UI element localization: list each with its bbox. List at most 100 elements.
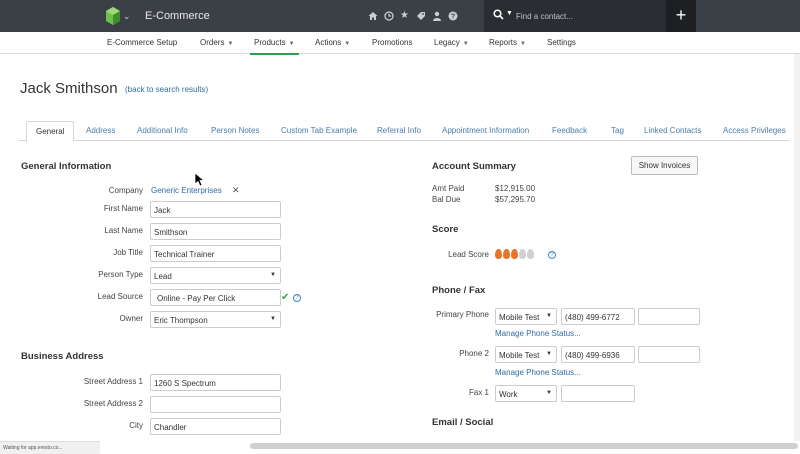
nav-products[interactable]: Products ▼ xyxy=(250,38,299,55)
chevron-down-icon: ▼ xyxy=(462,41,469,47)
clock-icon[interactable] xyxy=(382,9,395,22)
flame-icon xyxy=(511,249,518,259)
nav-label: Products xyxy=(254,38,286,47)
amt-paid-label: Amt Paid xyxy=(432,184,465,193)
phone-2-type-select[interactable]: Mobile Test ▼ xyxy=(495,346,557,363)
tab-appointment-information[interactable]: Appointment Information xyxy=(442,126,529,135)
lead-source-label: Lead Source xyxy=(97,292,143,301)
nav-legacy[interactable]: Legacy ▼ xyxy=(434,38,469,47)
manage-phone-status-link[interactable]: Manage Phone Status... xyxy=(495,368,581,377)
show-invoices-button[interactable]: Show Invoices xyxy=(631,156,698,175)
help-icon[interactable]: ? xyxy=(446,9,459,22)
nav-actions[interactable]: Actions ▼ xyxy=(315,38,350,47)
primary-phone-ext-field[interactable] xyxy=(638,308,700,325)
fax-1-label: Fax 1 xyxy=(468,388,489,397)
primary-phone-type-select[interactable]: Mobile Test ▼ xyxy=(495,308,557,325)
phone-fax-heading: Phone / Fax xyxy=(432,285,486,296)
nav-label: Promotions xyxy=(372,38,413,47)
nav-label: Orders xyxy=(200,38,225,47)
main-nav: E-Commerce Setup Orders ▼ Products ▼ Actio… xyxy=(0,32,800,55)
chevron-down-icon[interactable]: ⌄ xyxy=(123,11,131,22)
city-label: City xyxy=(129,421,143,430)
flame-icon xyxy=(503,249,510,259)
first-name-label: First Name xyxy=(103,204,143,213)
account-summary-heading: Account Summary xyxy=(432,161,516,172)
star-icon[interactable]: ★ xyxy=(398,9,411,22)
chevron-down-icon: ▼ xyxy=(546,390,552,396)
tag-icon[interactable] xyxy=(414,9,427,22)
horizontal-scrollbar[interactable] xyxy=(250,443,798,449)
primary-phone-type-value: Mobile Test xyxy=(499,313,540,322)
company-link[interactable]: Generic Enterprises xyxy=(151,186,222,195)
phone-2-label: Phone 2 xyxy=(459,349,489,358)
tab-referral-info[interactable]: Referral Info xyxy=(377,126,421,135)
chevron-down-icon: ▼ xyxy=(270,272,276,278)
fax-1-type-value: Work xyxy=(499,390,518,399)
tab-address[interactable]: Address xyxy=(86,126,115,135)
chevron-down-icon: ▼ xyxy=(344,41,351,47)
app-logo-icon[interactable] xyxy=(106,7,120,25)
company-label: Company xyxy=(108,186,143,195)
nav-ecommerce-setup[interactable]: E-Commerce Setup xyxy=(107,38,177,47)
owner-select[interactable]: Eric Thompson ▼ xyxy=(150,311,281,328)
business-address-heading: Business Address xyxy=(21,351,104,362)
mouse-cursor-icon xyxy=(195,173,205,187)
tab-feedback[interactable]: Feedback xyxy=(552,126,587,135)
vertical-scrollbar[interactable] xyxy=(794,54,800,441)
last-name-label: Last Name xyxy=(104,226,143,235)
tab-custom-tab-example[interactable]: Custom Tab Example xyxy=(281,126,357,135)
owner-label: Owner xyxy=(119,314,143,323)
last-name-field[interactable]: Smithson xyxy=(150,223,281,240)
search-scope-caret-icon[interactable]: ▼ xyxy=(506,10,513,17)
tab-tag[interactable]: Tag xyxy=(611,126,624,135)
primary-phone-field[interactable]: (480) 499-6772 xyxy=(561,308,635,325)
help-icon[interactable]: ? xyxy=(548,251,556,259)
user-icon[interactable] xyxy=(430,9,443,22)
home-icon[interactable] xyxy=(366,9,379,22)
person-type-select[interactable]: Lead ▼ xyxy=(150,267,281,284)
nav-orders[interactable]: Orders ▼ xyxy=(200,38,233,47)
tab-linked-contacts[interactable]: Linked Contacts xyxy=(644,126,701,135)
add-new-button[interactable]: + xyxy=(666,0,696,32)
street-address-1-field[interactable]: 1260 S Spectrum xyxy=(150,374,281,391)
search-icon[interactable] xyxy=(493,9,504,23)
tab-access-privileges[interactable]: Access Privileges xyxy=(723,126,786,135)
flame-icon xyxy=(527,249,534,259)
top-icon-group: ★ ? xyxy=(366,9,459,22)
search-input[interactable] xyxy=(516,9,656,24)
street-address-2-field[interactable] xyxy=(150,396,281,413)
fax-1-type-select[interactable]: Work ▼ xyxy=(495,385,557,402)
manage-phone-status-link[interactable]: Manage Phone Status... xyxy=(495,329,581,338)
nav-label: E-Commerce Setup xyxy=(107,38,178,47)
phone-2-ext-field[interactable] xyxy=(638,346,700,363)
owner-value: Eric Thompson xyxy=(154,316,208,325)
street-address-2-label: Street Address 2 xyxy=(83,399,143,408)
phone-2-field[interactable]: (480) 499-6936 xyxy=(561,346,635,363)
nav-reports[interactable]: Reports ▼ xyxy=(489,38,526,47)
back-to-search-link[interactable]: (back to search results) xyxy=(125,85,208,94)
nav-label: Reports xyxy=(489,38,518,47)
nav-label: Settings xyxy=(547,38,576,47)
nav-promotions[interactable]: Promotions xyxy=(372,38,412,47)
tab-general[interactable]: General xyxy=(26,121,75,142)
city-field[interactable]: Chandler xyxy=(150,418,281,435)
bal-due-label: Bal Due xyxy=(432,195,461,204)
tab-additional-info[interactable]: Additional Info xyxy=(137,126,188,135)
top-bar-right-area xyxy=(696,0,800,32)
fax-1-field[interactable] xyxy=(561,385,635,402)
lead-score-rating xyxy=(495,249,534,259)
general-information-heading: General Information xyxy=(21,161,112,172)
first-name-field[interactable]: Jack xyxy=(150,201,281,218)
chevron-down-icon: ▼ xyxy=(546,313,552,319)
street-address-1-label: Street Address 1 xyxy=(83,377,143,386)
nav-settings[interactable]: Settings xyxy=(547,38,576,47)
tab-person-notes[interactable]: Person Notes xyxy=(211,126,259,135)
remove-company-icon[interactable]: ✕ xyxy=(232,185,240,196)
app-title: E-Commerce xyxy=(145,10,210,22)
lead-source-field[interactable]: Online - Pay Per Click xyxy=(150,289,281,306)
help-icon[interactable]: ? xyxy=(293,294,301,302)
chevron-down-icon: ▼ xyxy=(227,41,234,47)
job-title-field[interactable]: Technical Trainer xyxy=(150,245,281,262)
person-type-label: Person Type xyxy=(98,270,143,279)
nav-label: Legacy xyxy=(434,38,460,47)
